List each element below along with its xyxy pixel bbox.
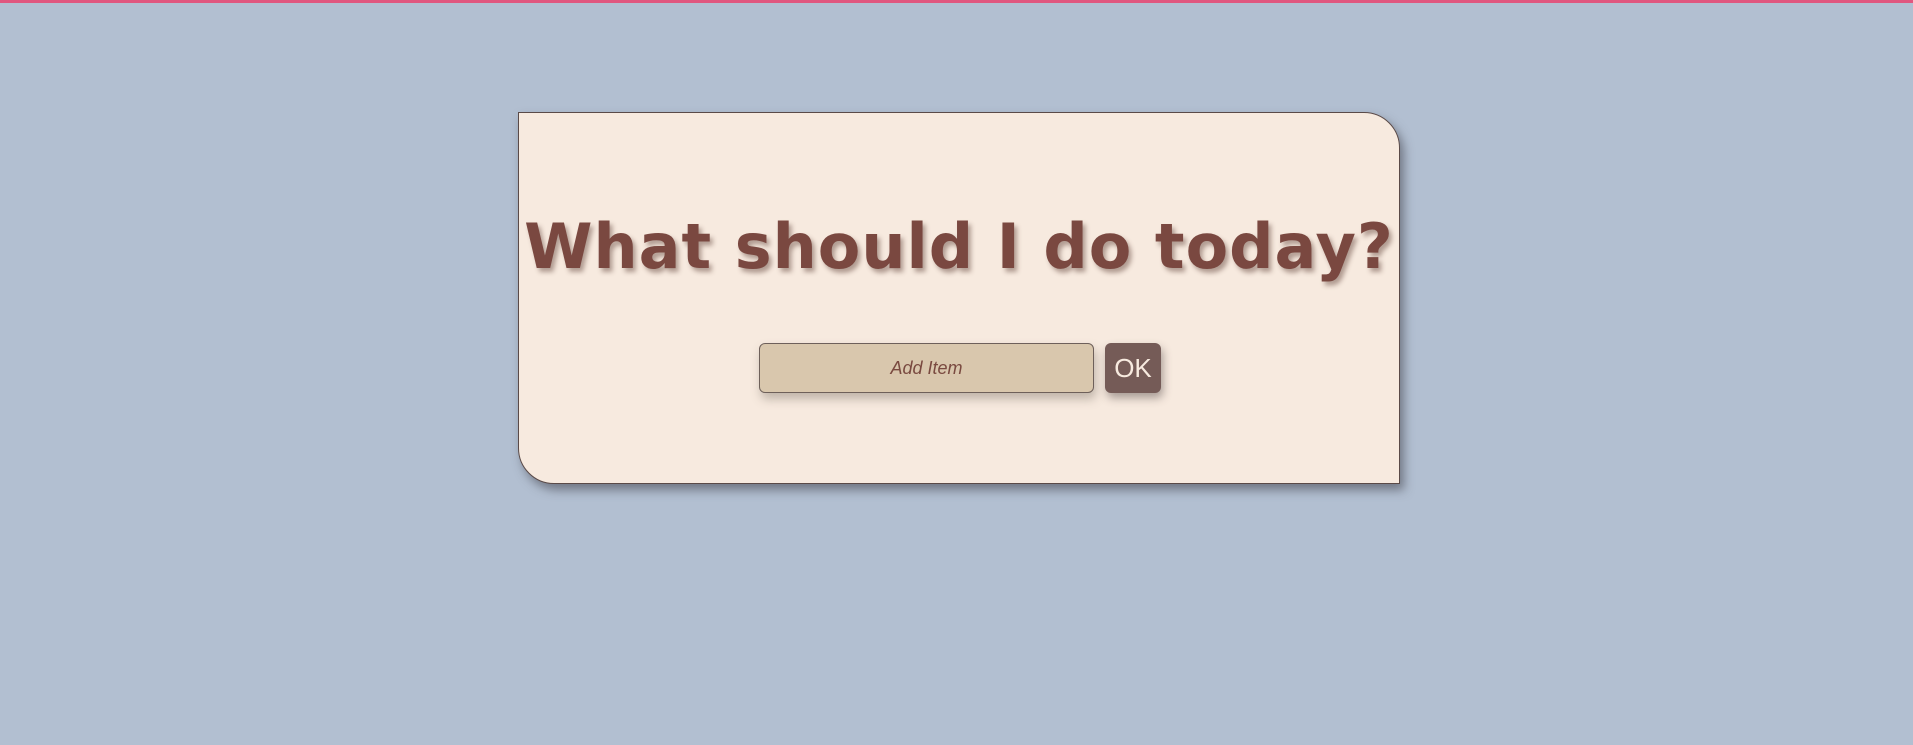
page-title: What should I do today? — [524, 210, 1394, 283]
add-item-form: OK — [759, 343, 1161, 393]
add-item-input[interactable] — [759, 343, 1094, 393]
todo-card: What should I do today? OK — [518, 112, 1400, 484]
top-accent-bar — [0, 0, 1913, 3]
ok-button[interactable]: OK — [1105, 343, 1161, 393]
